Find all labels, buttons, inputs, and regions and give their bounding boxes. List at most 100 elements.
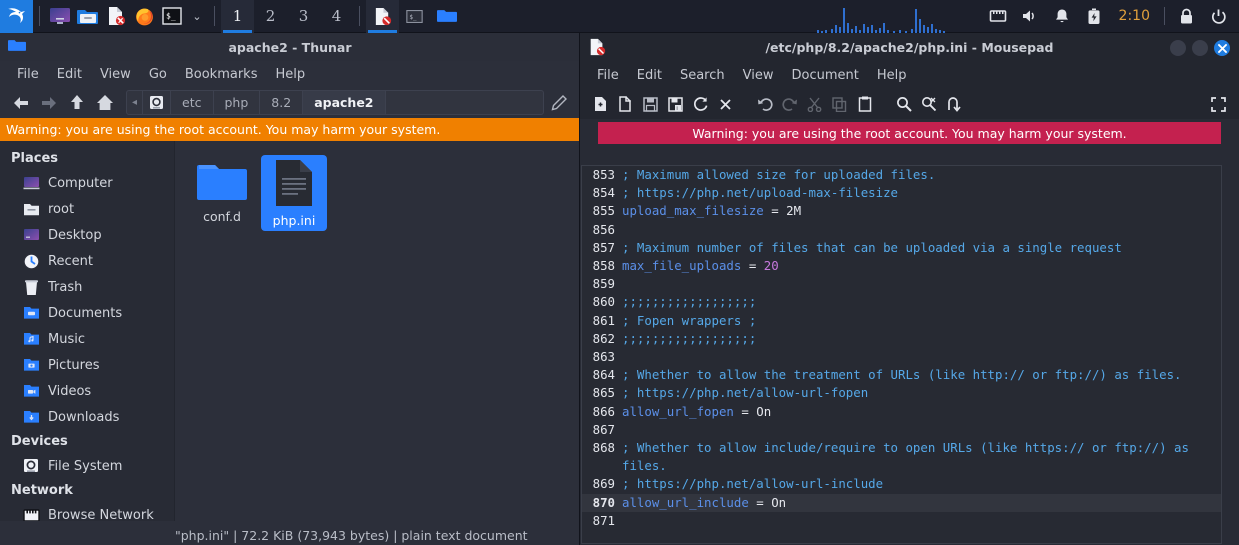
lock-icon[interactable]: [1171, 0, 1201, 33]
file-item-phpini[interactable]: php.ini: [261, 155, 327, 231]
editor-line[interactable]: 868 ; Whether to allow include/require to…: [582, 439, 1221, 475]
sidebar-item-recent[interactable]: Recent: [0, 248, 174, 274]
breadcrumb-8-2[interactable]: 8.2: [260, 91, 304, 114]
editor-line[interactable]: 871: [582, 512, 1221, 530]
menu-bookmarks[interactable]: Bookmarks: [176, 65, 267, 84]
sidebar-item-videos[interactable]: Videos: [0, 378, 174, 404]
save-button[interactable]: [638, 91, 663, 117]
breadcrumb-scroll-left[interactable]: ◂: [127, 91, 144, 114]
kali-menu-button[interactable]: [0, 0, 33, 33]
launcher-terminal[interactable]: $_: [158, 0, 186, 33]
menu-go[interactable]: Go: [140, 65, 176, 84]
jump-to-button[interactable]: [941, 91, 966, 117]
save-as-button[interactable]: i: [663, 91, 688, 117]
menu-edit[interactable]: Edit: [628, 66, 671, 85]
sidebar-item-file-system[interactable]: File System: [0, 453, 174, 479]
editor-line[interactable]: 856: [582, 221, 1221, 239]
sidebar-item-computer[interactable]: Computer: [0, 170, 174, 196]
launcher-text-editor[interactable]: [102, 0, 130, 33]
menu-view[interactable]: View: [734, 66, 783, 85]
workspace-button-3[interactable]: 3: [287, 0, 320, 33]
logout-icon[interactable]: [1203, 0, 1233, 33]
find-replace-button[interactable]: [916, 91, 941, 117]
taskbar-window-terminal[interactable]: $_: [399, 0, 430, 33]
sidebar-item-music[interactable]: Music: [0, 326, 174, 352]
launcher-chevron-down-icon[interactable]: ⌄: [186, 0, 208, 33]
sidebar-item-root[interactable]: root: [0, 196, 174, 222]
token: ; Whether to allow the treatment of URLs…: [622, 367, 1182, 383]
home-button[interactable]: [92, 90, 118, 116]
workspace-button-4[interactable]: 4: [320, 0, 353, 33]
forward-button[interactable]: [36, 90, 62, 116]
redo-button[interactable]: [777, 91, 802, 117]
menu-edit[interactable]: Edit: [48, 65, 91, 84]
back-button[interactable]: [8, 90, 34, 116]
volume-icon[interactable]: [1015, 0, 1045, 33]
new-file-button[interactable]: [588, 91, 613, 117]
mousepad-titlebar[interactable]: /etc/php/8.2/apache2/php.ini - Mousepad: [580, 33, 1239, 62]
editor-line[interactable]: 870 allow_url_include = On: [582, 493, 1221, 512]
cut-button[interactable]: [802, 91, 827, 117]
editor-line[interactable]: 867: [582, 421, 1221, 439]
paste-button[interactable]: [852, 91, 877, 117]
close-file-button[interactable]: [713, 91, 738, 117]
editor-line[interactable]: 861 ; Fopen wrappers ;: [582, 312, 1221, 330]
breadcrumb-apache2[interactable]: apache2: [303, 91, 386, 114]
editor-line[interactable]: 858 max_file_uploads = 20: [582, 257, 1221, 275]
menu-help[interactable]: Help: [266, 65, 314, 84]
taskbar-window-thunar[interactable]: [430, 0, 464, 33]
editor-line[interactable]: 855 upload_max_filesize = 2M: [582, 202, 1221, 220]
maximize-button[interactable]: [1192, 40, 1208, 56]
breadcrumb-php[interactable]: php: [214, 91, 261, 114]
launcher-file-manager[interactable]: [74, 0, 102, 33]
sidebar-item-browse-network[interactable]: Browse Network: [0, 502, 174, 521]
menu-view[interactable]: View: [91, 65, 140, 84]
fullscreen-button[interactable]: [1206, 91, 1231, 117]
menu-search[interactable]: Search: [671, 66, 734, 85]
launcher-show-desktop[interactable]: [46, 0, 74, 33]
editor-line[interactable]: 862;;;;;;;;;;;;;;;;;;: [582, 330, 1221, 348]
editor-line[interactable]: 869 ; https://php.net/allow-url-include: [582, 475, 1221, 493]
edit-path-button[interactable]: [546, 94, 572, 111]
menu-file[interactable]: File: [588, 66, 628, 85]
editor-line[interactable]: 859: [582, 275, 1221, 293]
launcher-firefox[interactable]: [130, 0, 158, 33]
breadcrumb-filesystem[interactable]: [143, 91, 172, 114]
bell-icon[interactable]: [1047, 0, 1077, 33]
file-list-pane[interactable]: conf.d php.ini: [175, 141, 580, 521]
menu-document[interactable]: Document: [782, 66, 867, 85]
network-icon[interactable]: [983, 0, 1013, 33]
editor-line[interactable]: 857 ; Maximum number of files that can be…: [582, 239, 1221, 257]
reload-button[interactable]: [688, 91, 713, 117]
menu-help[interactable]: Help: [868, 66, 916, 85]
editor-line[interactable]: 863: [582, 348, 1221, 366]
sidebar-item-desktop[interactable]: Desktop: [0, 222, 174, 248]
find-button[interactable]: [891, 91, 916, 117]
sidebar-item-downloads[interactable]: Downloads: [0, 404, 174, 430]
sidebar-item-documents[interactable]: Documents: [0, 300, 174, 326]
editor-line[interactable]: 854 ; https://php.net/upload-max-filesize: [582, 184, 1221, 202]
file-item-confd[interactable]: conf.d: [189, 155, 255, 231]
taskbar-window-mousepad[interactable]: [366, 0, 399, 33]
clock[interactable]: 2:10: [1111, 8, 1158, 24]
sidebar-item-pictures[interactable]: Pictures: [0, 352, 174, 378]
breadcrumb-etc[interactable]: etc: [171, 91, 214, 114]
editor-line[interactable]: 866 allow_url_fopen = On: [582, 403, 1221, 421]
workspace-button-2[interactable]: 2: [254, 0, 287, 33]
close-button[interactable]: [1214, 40, 1230, 56]
up-button[interactable]: [64, 90, 90, 116]
thunar-titlebar[interactable]: apache2 - Thunar: [0, 33, 580, 61]
editor-line[interactable]: 853 ; Maximum allowed size for uploaded f…: [582, 166, 1221, 184]
sidebar-item-trash[interactable]: Trash: [0, 274, 174, 300]
editor-line[interactable]: 865 ; https://php.net/allow-url-fopen: [582, 384, 1221, 402]
text-editor-area[interactable]: 853 ; Maximum allowed size for uploaded f…: [581, 165, 1222, 544]
open-file-button[interactable]: [613, 91, 638, 117]
menu-file[interactable]: File: [8, 65, 48, 84]
copy-button[interactable]: [827, 91, 852, 117]
editor-line[interactable]: 864 ; Whether to allow the treatment of U…: [582, 366, 1221, 384]
minimize-button[interactable]: [1170, 40, 1186, 56]
workspace-button-1[interactable]: 1: [221, 0, 254, 33]
editor-line[interactable]: 860;;;;;;;;;;;;;;;;;;: [582, 293, 1221, 311]
undo-button[interactable]: [752, 91, 777, 117]
battery-icon[interactable]: [1079, 0, 1109, 33]
